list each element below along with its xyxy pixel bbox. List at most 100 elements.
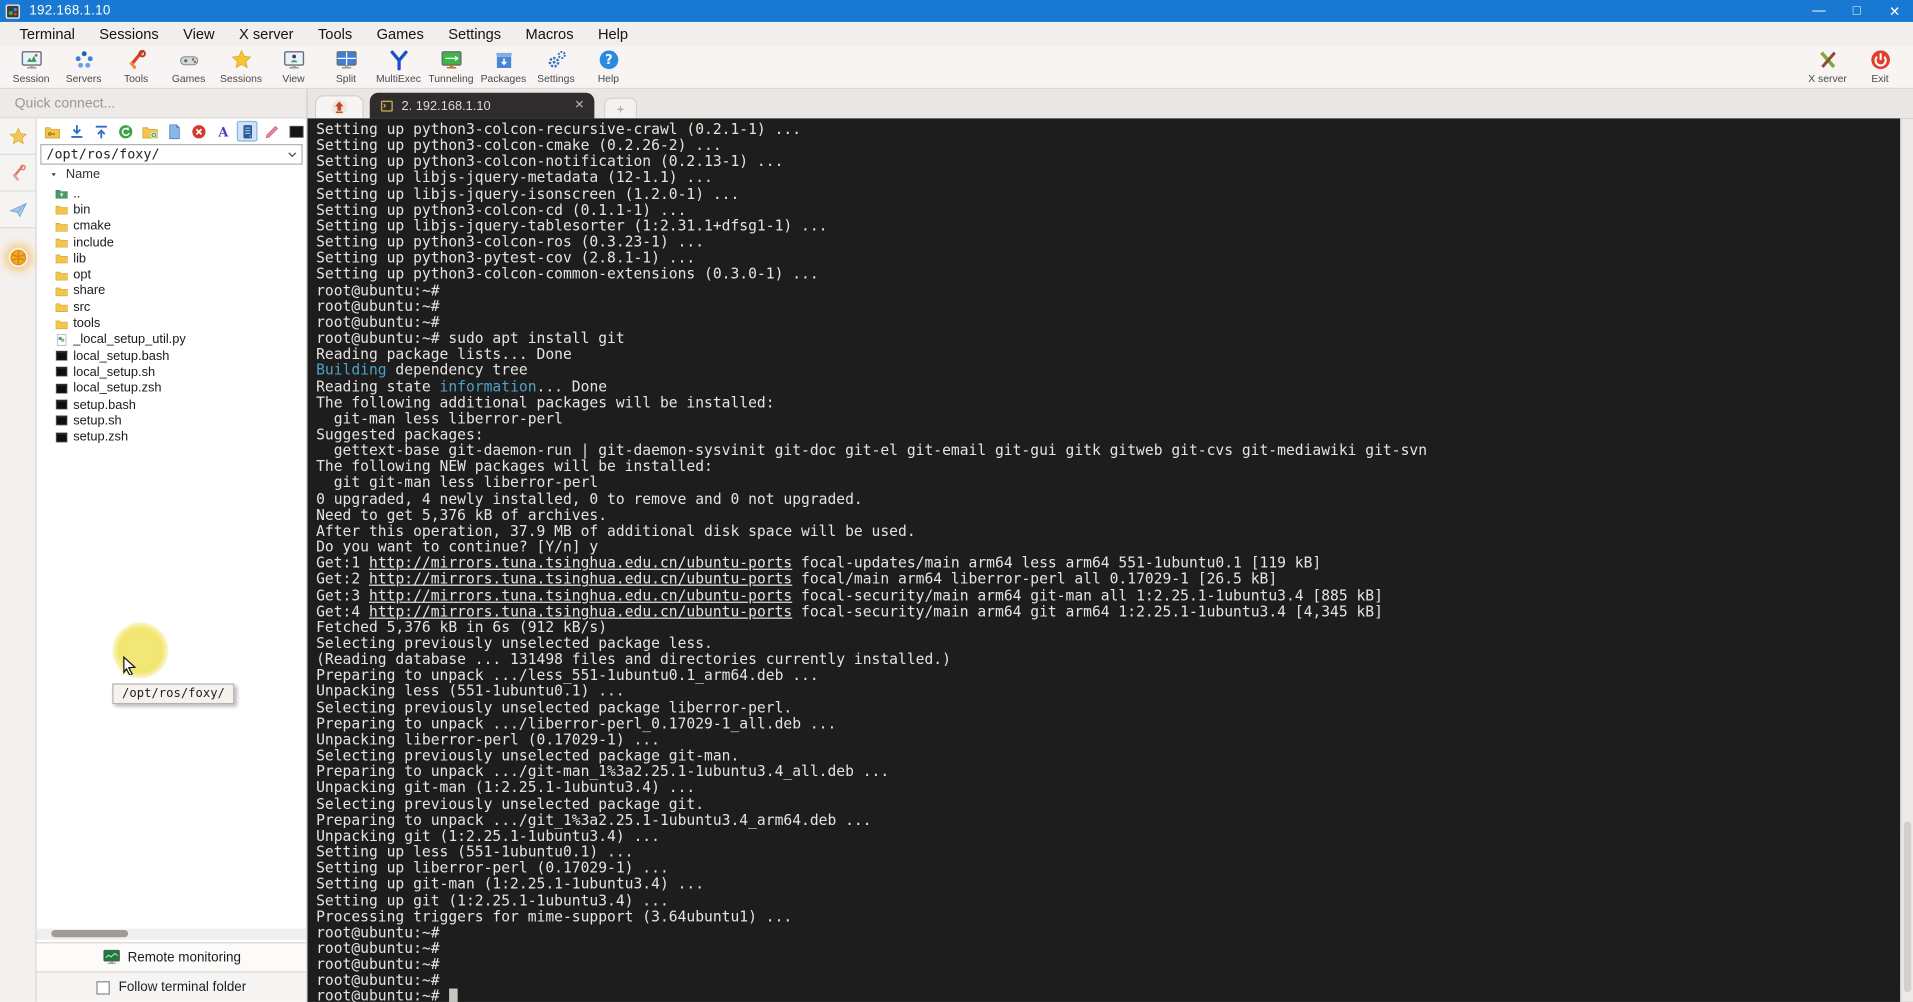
window-title: 192.168.1.10: [29, 3, 111, 19]
home-tab-button[interactable]: [314, 95, 364, 119]
terminal-line: Reading state information... Done: [316, 377, 608, 395]
menu-item-x-server[interactable]: X server: [227, 26, 306, 43]
file-tool-qt-upload-icon[interactable]: [90, 121, 111, 142]
terminal-line: root@ubuntu:~#: [316, 313, 440, 331]
file-row-local-setup-sh[interactable]: local_setup.sh: [37, 364, 307, 380]
menu-item-settings[interactable]: Settings: [436, 26, 513, 43]
file-tool-qt-rename-icon[interactable]: A: [212, 121, 233, 142]
file-tool-qt-refresh-icon[interactable]: [115, 121, 136, 142]
file-tool-qt-new-file-icon[interactable]: [164, 121, 185, 142]
file-tool-qt-edit-icon[interactable]: [261, 121, 282, 142]
tools-icon: [125, 49, 147, 71]
file-toolbar: A: [37, 118, 307, 144]
column-name: Name: [65, 166, 101, 182]
file-row-setup-bash[interactable]: setup.bash: [37, 396, 307, 412]
toolbar-label: Tunneling: [428, 72, 474, 85]
file-list-header[interactable]: Name: [37, 165, 307, 183]
toolbar-button-view[interactable]: View: [267, 46, 319, 84]
terminal-line: The following NEW packages will be insta…: [316, 457, 713, 476]
tab-close-icon[interactable]: ✕: [574, 99, 584, 112]
games-icon: [178, 49, 200, 71]
toolbar-right-group: X server Exit: [1801, 46, 1906, 84]
menu-item-sessions[interactable]: Sessions: [87, 26, 171, 43]
terminal-line: Selecting previously unselected package …: [316, 698, 793, 716]
terminal-line: Get:4 http://mirrors.tuna.tsinghua.edu.c…: [316, 602, 1383, 620]
toolbar-button-multiexec[interactable]: MultiExec: [372, 46, 424, 84]
horizontal-scrollbar-thumb[interactable]: [51, 929, 129, 938]
sftp-tab[interactable]: [0, 191, 36, 229]
toolbar-button-tunneling[interactable]: Tunneling: [425, 46, 477, 84]
tools-tab[interactable]: [0, 154, 36, 192]
packages-icon: [492, 49, 514, 71]
file-tool-qt-terminal-icon[interactable]: [286, 121, 307, 142]
qt-edit-icon: [263, 123, 280, 140]
path-combo[interactable]: /opt/ros/foxy/: [40, 144, 303, 165]
sessions-tab[interactable]: [0, 118, 36, 155]
qt-download-icon: [68, 123, 85, 140]
file-row-setup-sh[interactable]: setup.sh: [37, 413, 307, 429]
toolbar-button-sessions[interactable]: Sessions: [215, 46, 267, 84]
toolbar-button-x-server[interactable]: X server: [1801, 46, 1853, 84]
file-tool-qt-delete-icon[interactable]: [188, 121, 209, 142]
file-row-local-setup-util-py[interactable]: _local_setup_util.py: [37, 332, 307, 348]
mobaxterm-window: 192.168.1.10 — □ ✕ Terminal Sessions View X…: [0, 0, 1913, 1002]
toolbar-button-split[interactable]: Split: [320, 46, 372, 84]
main-toolbar: Session Servers Tools Games Sessions View Spli…: [0, 46, 1913, 90]
file-row-src[interactable]: src: [37, 299, 307, 315]
file-row-bin[interactable]: bin: [37, 202, 307, 218]
menu-item-games[interactable]: Games: [364, 26, 436, 43]
remote-monitoring-button[interactable]: Remote monitoring: [36, 942, 307, 973]
file-tool-qt-download-icon[interactable]: [66, 121, 87, 142]
file-tool-qt-new-folder-icon[interactable]: [139, 121, 160, 142]
file-row-[interactable]: ..: [37, 186, 307, 202]
maximize-button[interactable]: □: [1838, 0, 1876, 22]
horizontal-scrollbar[interactable]: [36, 928, 307, 940]
terminal-line: Unpacking liberror-perl (0.17029-1) ...: [316, 730, 660, 749]
file-name: ..: [73, 186, 81, 201]
minimize-button[interactable]: —: [1800, 0, 1838, 22]
file-row-share[interactable]: share: [37, 283, 307, 299]
main-area: A /opt/ros/foxy/ Name ..bincmakeincludel…: [0, 89, 1913, 1002]
file-row-cmake[interactable]: cmake: [37, 218, 307, 234]
file-row-local-setup-zsh[interactable]: local_setup.zsh: [37, 380, 307, 396]
close-button[interactable]: ✕: [1876, 0, 1913, 22]
menu-item-tools[interactable]: Tools: [306, 26, 365, 43]
toolbar-button-games[interactable]: Games: [162, 46, 214, 84]
qt-terminal-icon: [287, 123, 304, 140]
xserver-icon: [1817, 49, 1839, 71]
toolbar-button-servers[interactable]: Servers: [57, 46, 109, 84]
terminal-line: Setting up libjs-jquery-isonscreen (1.2.…: [316, 185, 740, 203]
file-tool-qt-folder-icon[interactable]: [41, 121, 62, 142]
toolbar-label: Help: [597, 72, 620, 85]
terminal[interactable]: Setting up python3-colcon-recursive-craw…: [307, 118, 1913, 1002]
macros-tab[interactable]: [0, 239, 35, 276]
toolbar-button-exit[interactable]: Exit: [1854, 46, 1906, 84]
file-row-opt[interactable]: opt: [37, 267, 307, 283]
file-row-setup-zsh[interactable]: setup.zsh: [37, 429, 307, 445]
qt-tracking-icon: [239, 123, 256, 140]
quick-connect-input[interactable]: [0, 94, 307, 112]
terminal-line: 0 upgraded, 4 newly installed, 0 to remo…: [316, 490, 863, 508]
folder-icon: [55, 252, 68, 265]
menu-item-view[interactable]: View: [171, 26, 227, 43]
file-row-include[interactable]: include: [37, 234, 307, 250]
toolbar-button-packages[interactable]: Packages: [477, 46, 529, 84]
menu-item-terminal[interactable]: Terminal: [7, 26, 87, 43]
file-row-lib[interactable]: lib: [37, 250, 307, 266]
toolbar-button-session[interactable]: Session: [5, 46, 57, 84]
terminal-scrollbar[interactable]: [1900, 118, 1913, 1002]
toolbar-button-settings[interactable]: Settings: [530, 46, 582, 84]
toolbar-button-tools[interactable]: Tools: [110, 46, 162, 84]
menu-item-help[interactable]: Help: [586, 26, 641, 43]
chevron-down-icon[interactable]: [283, 146, 301, 162]
terminal-scrollbar-thumb[interactable]: [1903, 821, 1912, 993]
file-row-tools[interactable]: tools: [37, 315, 307, 331]
menu-item-macros[interactable]: Macros: [513, 26, 585, 43]
new-tab-button[interactable]: [604, 97, 638, 119]
tab-session-active[interactable]: 2. 192.168.1.10 ✕: [369, 92, 595, 119]
file-row-local-setup-bash[interactable]: local_setup.bash: [37, 348, 307, 364]
toolbar-button-help[interactable]: ? Help: [582, 46, 634, 84]
terminal-line: Setting up libjs-jquery-metadata (12-1.1…: [316, 168, 713, 187]
file-tool-qt-tracking-icon[interactable]: [236, 120, 258, 142]
follow-terminal-checkbox[interactable]: [96, 980, 111, 995]
